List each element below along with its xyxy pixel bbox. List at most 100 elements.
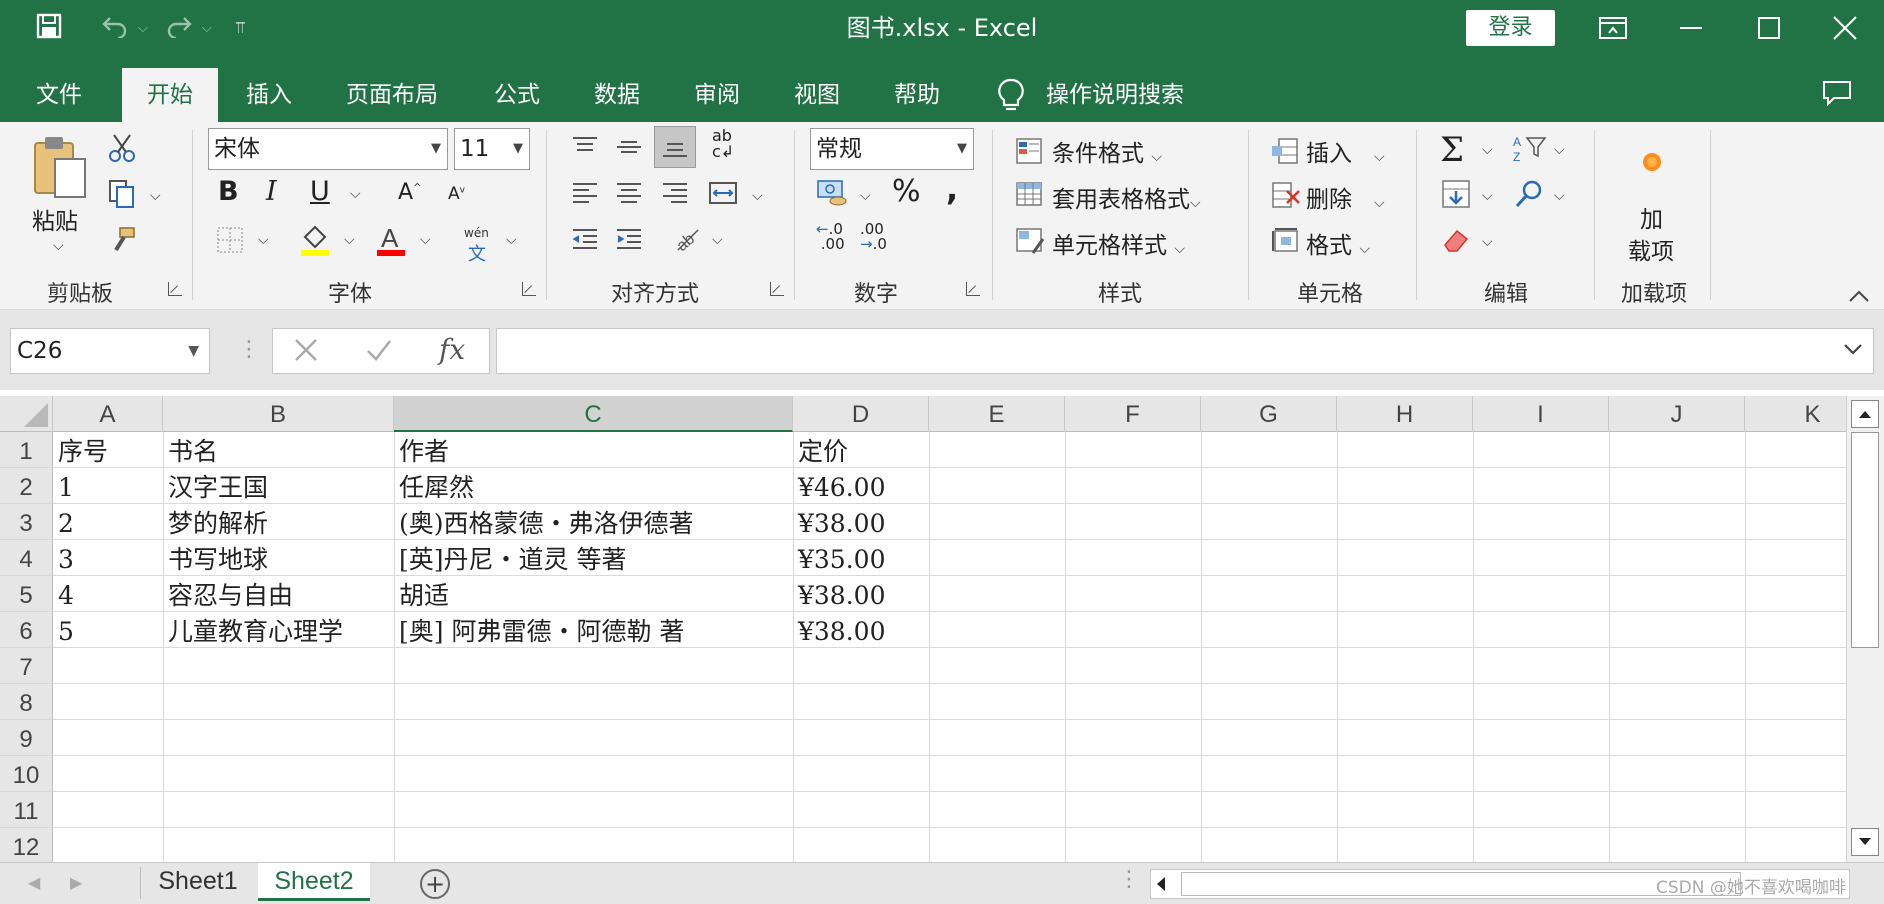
save-icon[interactable] [36, 13, 66, 43]
tab-home[interactable]: 开始 [122, 68, 218, 122]
cell-D4[interactable]: ¥35.00 [798, 540, 885, 576]
add-ins-label-line2[interactable]: 载项 [1628, 232, 1674, 266]
cell-A2[interactable]: 1 [58, 468, 74, 504]
scroll-left-icon[interactable] [1155, 876, 1167, 896]
row-header-7[interactable]: 7 [0, 648, 53, 684]
clear-icon[interactable] [1440, 224, 1472, 256]
format-cells-icon[interactable] [1270, 226, 1302, 256]
delete-cells-icon[interactable] [1270, 180, 1302, 210]
chevron-down-icon[interactable]: ▼ [513, 129, 523, 169]
cell-A3[interactable]: 2 [58, 504, 74, 540]
paste-label[interactable]: 粘贴 [32, 202, 78, 236]
number-format-combo[interactable]: 常规 ▼ [810, 128, 974, 170]
cell-styles-button[interactable]: 单元格样式 ⌵ [1052, 226, 1185, 260]
row-header-6[interactable]: 6 [0, 612, 53, 648]
top-align-icon[interactable] [568, 132, 602, 162]
column-header-E[interactable]: E [929, 396, 1065, 432]
format-painter-icon[interactable] [106, 224, 138, 256]
scroll-up-icon[interactable] [1851, 400, 1879, 428]
conditional-formatting-icon[interactable] [1014, 136, 1046, 166]
undo-icon[interactable] [102, 14, 132, 42]
bottom-align-icon[interactable] [654, 126, 696, 168]
maximize-icon[interactable] [1730, 0, 1808, 56]
merge-center-icon[interactable] [706, 178, 740, 208]
cell-C2[interactable]: 任犀然 [399, 468, 474, 504]
cell-B2[interactable]: 汉字王国 [168, 468, 268, 504]
row-header-2[interactable]: 2 [0, 468, 53, 504]
cell-D6[interactable]: ¥38.00 [798, 612, 885, 648]
column-header-D[interactable]: D [793, 396, 929, 432]
cell-D5[interactable]: ¥38.00 [798, 576, 885, 612]
insert-cells-button[interactable]: 插入 ⌵ [1306, 134, 1385, 168]
copy-dropdown-icon[interactable]: ⌵ [150, 188, 161, 204]
tab-file[interactable]: 文件 [14, 68, 104, 122]
accounting-dropdown-icon[interactable]: ⌵ [860, 188, 871, 204]
chevron-down-icon[interactable]: ▼ [431, 129, 441, 169]
delete-cells-button[interactable]: 删除 ⌵ [1306, 180, 1385, 214]
row-header-5[interactable]: 5 [0, 576, 53, 612]
chevron-down-icon[interactable]: ▼ [957, 129, 967, 169]
column-header-H[interactable]: H [1337, 396, 1473, 432]
fill-color-dropdown-icon[interactable]: ⌵ [344, 232, 355, 248]
cut-icon[interactable] [106, 132, 138, 164]
insert-cells-icon[interactable] [1270, 136, 1302, 166]
fill-color-icon[interactable] [298, 222, 332, 258]
font-size-combo[interactable]: 11 ▼ [454, 128, 530, 170]
row-header-9[interactable]: 9 [0, 720, 53, 756]
alignment-dialog-launcher-icon[interactable] [770, 282, 784, 296]
sort-filter-dropdown-icon[interactable]: ⌵ [1554, 142, 1565, 158]
tab-insert[interactable]: 插入 [226, 68, 312, 122]
phonetic-dropdown-icon[interactable]: ⌵ [506, 232, 517, 248]
copy-icon[interactable] [106, 178, 138, 210]
row-header-12[interactable]: 12 [0, 828, 53, 862]
expand-formula-bar-icon[interactable] [1843, 341, 1863, 360]
clipboard-dialog-launcher-icon[interactable] [168, 282, 182, 296]
middle-align-icon[interactable] [612, 132, 646, 162]
row-header-4[interactable]: 4 [0, 540, 53, 576]
column-header-K[interactable]: K [1745, 396, 1846, 432]
column-header-J[interactable]: J [1609, 396, 1745, 432]
find-select-dropdown-icon[interactable]: ⌵ [1554, 188, 1565, 204]
row-header-8[interactable]: 8 [0, 684, 53, 720]
underline-icon[interactable]: U [310, 176, 330, 207]
tell-me-search[interactable]: 操作说明搜索 [1046, 68, 1196, 122]
decrease-decimal-icon[interactable]: .00 →.0 [860, 222, 887, 252]
format-as-table-button[interactable]: 套用表格格式⌵ [1052, 180, 1201, 214]
add-ins-label-line1[interactable]: 加 [1640, 200, 1663, 234]
cancel-entry-icon[interactable] [293, 337, 319, 367]
minimize-icon[interactable] [1652, 0, 1730, 56]
next-sheet-icon[interactable]: ▶ [70, 873, 82, 892]
conditional-formatting-button[interactable]: 条件格式 ⌵ [1052, 134, 1162, 168]
cell-D1[interactable]: 定价 [798, 432, 848, 468]
font-color-dropdown-icon[interactable]: ⌵ [420, 232, 431, 248]
row-header-11[interactable]: 11 [0, 792, 53, 828]
tell-me-lightbulb-icon[interactable] [996, 78, 1026, 118]
formula-bar-resize-handle[interactable]: ⋮ [238, 336, 260, 364]
font-dialog-launcher-icon[interactable] [522, 282, 536, 296]
cell-D3[interactable]: ¥38.00 [798, 504, 885, 540]
column-header-A[interactable]: A [53, 396, 163, 432]
tab-review[interactable]: 审阅 [672, 68, 762, 122]
column-header-I[interactable]: I [1473, 396, 1609, 432]
increase-indent-icon[interactable] [612, 224, 646, 254]
column-header-F[interactable]: F [1065, 396, 1201, 432]
login-button[interactable]: 登录 [1466, 10, 1555, 46]
accounting-format-icon[interactable] [814, 178, 850, 208]
insert-function-icon[interactable]: fx [439, 333, 465, 366]
clear-dropdown-icon[interactable]: ⌵ [1482, 234, 1493, 250]
prev-sheet-icon[interactable]: ◀ [28, 873, 40, 892]
format-as-table-icon[interactable] [1014, 180, 1046, 210]
cell-C4[interactable]: [英]丹尼・道灵 等著 [399, 540, 626, 576]
chevron-down-icon[interactable]: ▼ [188, 329, 199, 373]
confirm-entry-icon[interactable] [365, 337, 393, 367]
cell-A5[interactable]: 4 [58, 576, 74, 612]
customize-qat-icon[interactable]: ⫪ [236, 18, 245, 38]
comma-style-icon[interactable]: , [946, 170, 958, 208]
align-right-icon[interactable] [658, 178, 692, 208]
tab-help[interactable]: 帮助 [872, 68, 962, 122]
row-header-10[interactable]: 10 [0, 756, 53, 792]
redo-icon[interactable] [166, 14, 196, 42]
paste-icon[interactable] [30, 134, 90, 202]
cell-styles-icon[interactable] [1014, 226, 1046, 256]
formula-input[interactable] [496, 328, 1874, 374]
